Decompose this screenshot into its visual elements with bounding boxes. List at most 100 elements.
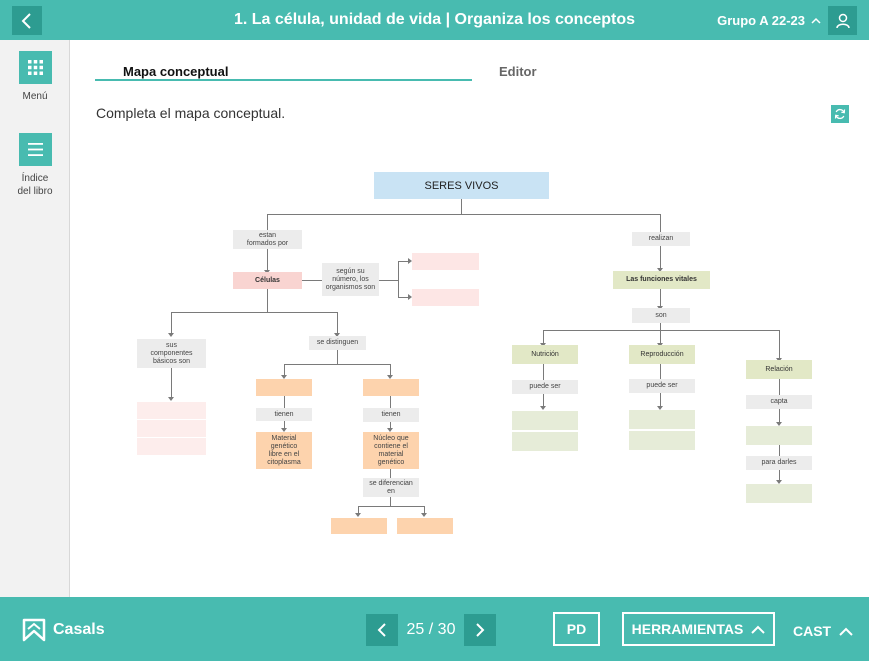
map-line bbox=[379, 280, 398, 281]
chevron-up-icon bbox=[751, 625, 766, 634]
map-line bbox=[779, 330, 780, 360]
map-line bbox=[337, 312, 338, 334]
answer-slot[interactable] bbox=[397, 518, 453, 534]
map-line bbox=[284, 396, 285, 408]
active-tab-indicator bbox=[95, 79, 472, 81]
language-label: CAST bbox=[793, 623, 832, 639]
node-nutricion: Nutrición bbox=[512, 345, 578, 364]
node-text: libre en el bbox=[268, 450, 300, 458]
casals-logo: Casals bbox=[22, 618, 105, 642]
answer-slot[interactable] bbox=[629, 410, 695, 429]
map-line bbox=[171, 312, 337, 313]
link-text: formados por bbox=[246, 239, 289, 247]
arrow-head bbox=[168, 333, 174, 337]
sidebar-item-menu[interactable]: Menú bbox=[0, 51, 70, 103]
map-line bbox=[660, 393, 661, 407]
map-line bbox=[358, 506, 424, 507]
list-icon bbox=[18, 133, 52, 166]
link-text: básicos son bbox=[153, 357, 190, 365]
answer-slot[interactable] bbox=[512, 432, 578, 451]
map-line bbox=[398, 297, 408, 298]
link-tienen: tienen bbox=[363, 408, 419, 422]
node-material-genetico-libre: Material genético libre en el citoplasma bbox=[256, 432, 312, 469]
index-label-line2: del libro bbox=[17, 186, 53, 197]
link-text: sus bbox=[166, 341, 177, 349]
answer-slot[interactable] bbox=[512, 411, 578, 430]
map-line bbox=[660, 323, 661, 330]
link-text: según su bbox=[336, 267, 365, 275]
node-text: material bbox=[378, 450, 404, 458]
link-se-diferencian-en: se diferencian en bbox=[363, 478, 419, 497]
tools-label: HERRAMIENTAS bbox=[631, 621, 744, 637]
link-segun-su-numero: según su número, los organismos son bbox=[322, 263, 379, 296]
answer-slot[interactable] bbox=[331, 518, 387, 534]
map-line bbox=[543, 330, 780, 331]
page-separator: / bbox=[424, 621, 438, 638]
answer-slot[interactable] bbox=[137, 438, 206, 455]
user-icon bbox=[835, 13, 850, 28]
language-selector[interactable]: CAST bbox=[793, 623, 853, 639]
map-line bbox=[267, 249, 268, 272]
user-profile-button[interactable] bbox=[828, 6, 857, 35]
node-funciones-vitales: Las funciones vitales bbox=[613, 271, 710, 289]
answer-slot[interactable] bbox=[137, 420, 206, 437]
tools-button[interactable]: HERRAMIENTAS bbox=[622, 612, 775, 646]
answer-slot[interactable] bbox=[412, 289, 479, 306]
page-indicator: 25 / 30 bbox=[398, 621, 464, 639]
sidebar-item-index[interactable]: Índice del libro bbox=[0, 133, 70, 198]
group-selector[interactable]: Grupo A 22-23 bbox=[717, 13, 821, 28]
answer-slot[interactable] bbox=[412, 253, 479, 270]
group-label: Grupo A 22-23 bbox=[717, 13, 805, 28]
map-line bbox=[267, 214, 661, 215]
map-line bbox=[779, 445, 780, 456]
link-text: en bbox=[387, 487, 395, 495]
arrow-head bbox=[355, 513, 361, 517]
tab-mapa-conceptual[interactable]: Mapa conceptual bbox=[123, 64, 228, 79]
map-line bbox=[171, 312, 172, 334]
chevron-left-icon bbox=[377, 623, 386, 637]
next-page-button[interactable] bbox=[464, 614, 496, 646]
link-para-darles: para darles bbox=[746, 456, 812, 470]
map-line bbox=[398, 261, 399, 298]
link-text: se diferencian bbox=[369, 479, 413, 487]
map-line bbox=[302, 280, 322, 281]
node-nucleo: Núcleo que contiene el material genético bbox=[363, 432, 419, 469]
map-line bbox=[779, 379, 780, 395]
sidebar-index-label: Índice del libro bbox=[0, 172, 70, 198]
top-bar: 1. La célula, unidad de vida | Organiza … bbox=[0, 0, 869, 40]
map-line bbox=[543, 364, 544, 380]
answer-slot[interactable] bbox=[256, 379, 312, 396]
total-pages: 30 bbox=[437, 621, 456, 638]
link-sus-componentes: sus componentes básicos son bbox=[137, 339, 206, 368]
node-relacion: Relación bbox=[746, 360, 812, 379]
map-line bbox=[390, 469, 391, 478]
link-puede-ser: puede ser bbox=[629, 379, 695, 393]
map-line bbox=[171, 368, 172, 398]
current-page: 25 bbox=[406, 621, 425, 638]
answer-slot[interactable] bbox=[746, 484, 812, 503]
chevron-right-icon bbox=[476, 623, 485, 637]
reset-button[interactable] bbox=[831, 105, 849, 123]
link-text: organismos son bbox=[325, 283, 376, 291]
arrow-head bbox=[421, 513, 427, 517]
link-puede-ser: puede ser bbox=[512, 380, 578, 394]
map-line bbox=[390, 497, 391, 506]
sidebar-menu-label: Menú bbox=[22, 91, 48, 102]
map-line bbox=[660, 214, 661, 232]
map-line bbox=[660, 364, 661, 379]
link-tienen: tienen bbox=[256, 408, 312, 421]
link-son: son bbox=[632, 308, 690, 323]
node-text: Núcleo que bbox=[373, 434, 409, 442]
link-realizan: realizan bbox=[632, 232, 690, 246]
pd-button[interactable]: PD bbox=[553, 612, 600, 646]
tab-editor[interactable]: Editor bbox=[499, 64, 537, 79]
answer-slot[interactable] bbox=[746, 426, 812, 445]
previous-page-button[interactable] bbox=[366, 614, 398, 646]
arrow-head bbox=[168, 397, 174, 401]
node-reproduccion: Reproducción bbox=[629, 345, 695, 364]
link-text: número, los bbox=[332, 275, 369, 283]
answer-slot[interactable] bbox=[363, 379, 419, 396]
grid-icon bbox=[18, 51, 52, 84]
answer-slot[interactable] bbox=[137, 402, 206, 419]
answer-slot[interactable] bbox=[629, 431, 695, 450]
